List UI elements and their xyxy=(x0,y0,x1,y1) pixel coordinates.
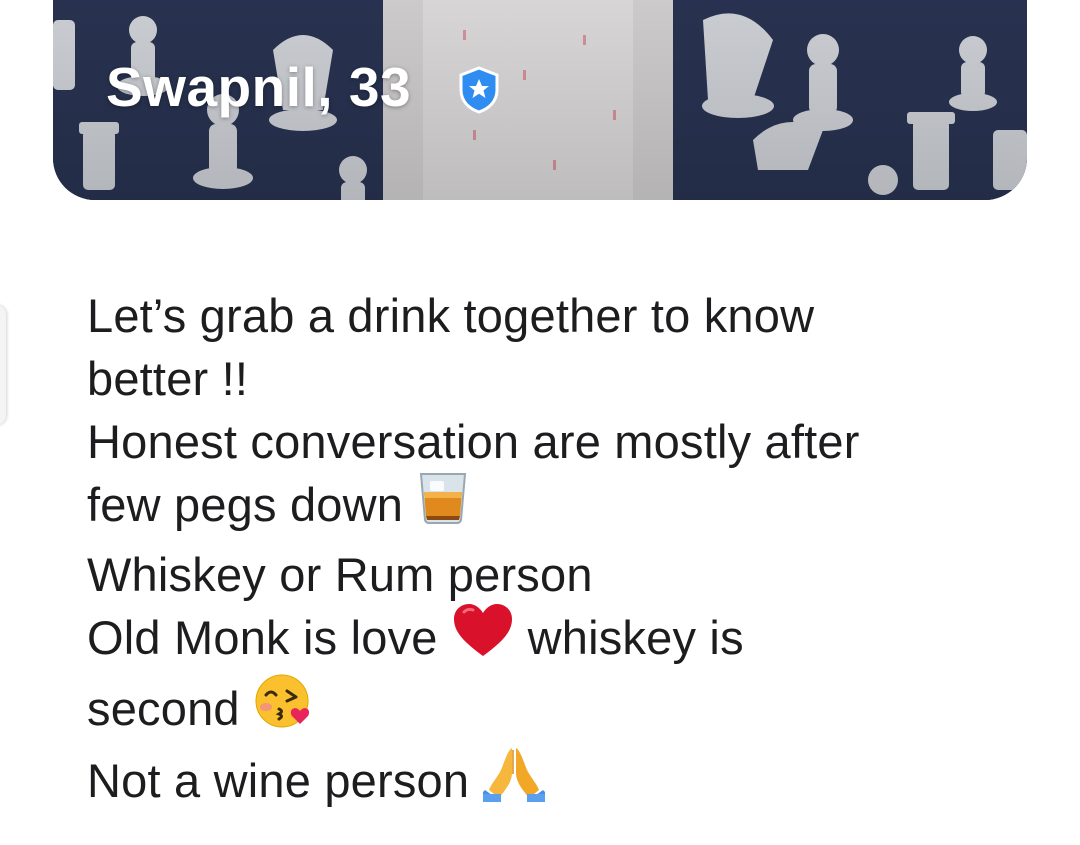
bio-line-text: Let’s grab a drink together to know xyxy=(87,289,815,342)
bio-line: second xyxy=(87,674,1027,748)
bio-line: Old Monk is love whiskey is xyxy=(87,604,1027,677)
red-heart-icon xyxy=(452,602,514,673)
bio-line: Let’s grab a drink together to know xyxy=(87,284,1027,347)
kissing-face-icon xyxy=(254,673,314,744)
bio-line-text: Honest conversation are mostly after xyxy=(87,415,860,468)
bio-line-text: better !! xyxy=(87,352,249,405)
bio-line-text-after: whiskey is xyxy=(527,611,744,665)
adjacent-card-edge xyxy=(0,305,6,425)
bio-line: Not a wine person xyxy=(87,748,1027,821)
whiskey-glass-icon xyxy=(417,470,469,539)
bio-line: Honest conversation are mostly after xyxy=(87,410,1027,473)
bio-line: few pegs down xyxy=(87,473,1027,543)
verified-badge-icon[interactable] xyxy=(457,66,501,114)
profile-bio: Let’s grab a drink together to know bett… xyxy=(87,284,1027,821)
bio-line: Whiskey or Rum person xyxy=(87,543,1027,606)
bio-line-text: second xyxy=(87,682,240,736)
name-row: Swapnil, 33 xyxy=(106,57,501,117)
profile-page: Swapnil, 33 Let’s grab a drink together … xyxy=(0,0,1080,845)
bio-line-text: few pegs down xyxy=(87,478,404,531)
bio-line: better !! xyxy=(87,347,1027,410)
bio-line-text: Not a wine person xyxy=(87,754,470,808)
bio-line-text: Old Monk is love xyxy=(87,611,438,665)
bio-line-text: Whiskey or Rum person xyxy=(87,548,593,602)
folded-hands-icon xyxy=(483,744,546,817)
profile-name-age: Swapnil, 33 xyxy=(106,56,412,118)
